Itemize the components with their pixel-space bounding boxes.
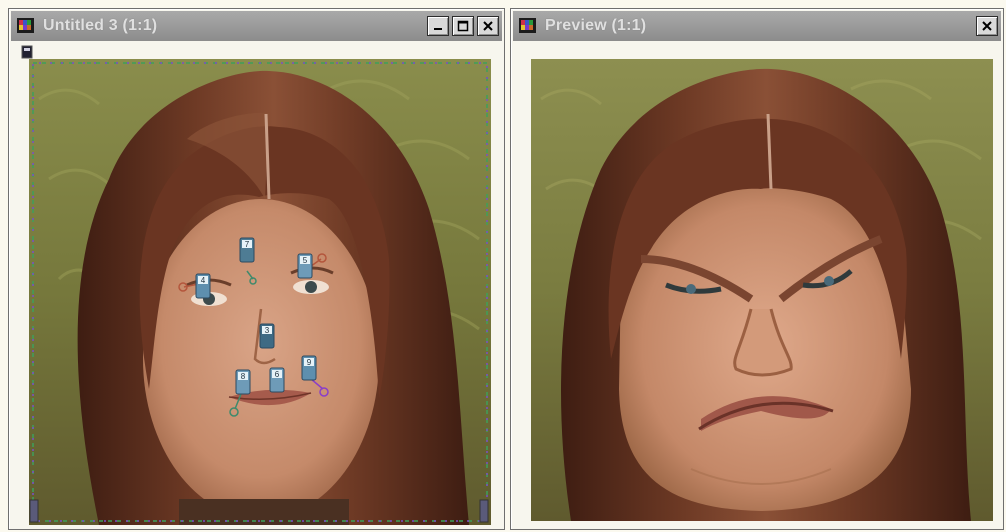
warp-marker[interactable]: 6 (269, 367, 285, 393)
preview-window-title: Preview (1:1) (545, 17, 647, 34)
corner-handle-bottom-right[interactable] (479, 499, 489, 523)
warp-marker[interactable]: 3 (259, 323, 275, 349)
editor-canvas[interactable]: 4 7 5 3 8 6 9 (29, 59, 491, 525)
warp-marker[interactable]: 5 (297, 253, 313, 279)
preview-canvas (531, 59, 993, 521)
warp-marker[interactable]: 8 (235, 369, 251, 395)
editor-window-title: Untitled 3 (1:1) (43, 17, 158, 34)
app-icon (519, 18, 536, 33)
maximize-icon (457, 20, 469, 32)
warp-marker[interactable]: 4 (195, 273, 211, 299)
preview-window: Preview (1:1) (510, 8, 1004, 530)
preview-titlebar[interactable]: Preview (1:1) (513, 11, 1001, 41)
close-button[interactable] (976, 16, 998, 36)
marker-label: 4 (201, 276, 206, 285)
marker-label: 8 (241, 372, 246, 381)
marker-label: 7 (245, 240, 250, 249)
marker-label: 3 (265, 326, 270, 335)
editor-titlebar[interactable]: Untitled 3 (1:1) (11, 11, 502, 41)
minimize-button[interactable] (427, 16, 449, 36)
corner-handle-bottom-left[interactable] (29, 499, 39, 523)
corner-handle-top-left[interactable] (21, 45, 33, 59)
warp-marker[interactable]: 7 (239, 237, 255, 263)
close-icon (483, 21, 493, 31)
maximize-button[interactable] (452, 16, 474, 36)
warped-face-photo (531, 59, 993, 521)
face-photo (29, 59, 491, 525)
editor-window: Untitled 3 (1:1) 4 7 5 3 8 6 9 (8, 8, 505, 530)
close-button[interactable] (477, 16, 499, 36)
minimize-icon (434, 28, 442, 30)
marker-label: 9 (307, 358, 312, 367)
close-icon (982, 21, 992, 31)
warp-marker[interactable]: 9 (301, 355, 317, 381)
app-icon (17, 18, 34, 33)
marker-label: 6 (275, 370, 280, 379)
marker-label: 5 (303, 256, 308, 265)
